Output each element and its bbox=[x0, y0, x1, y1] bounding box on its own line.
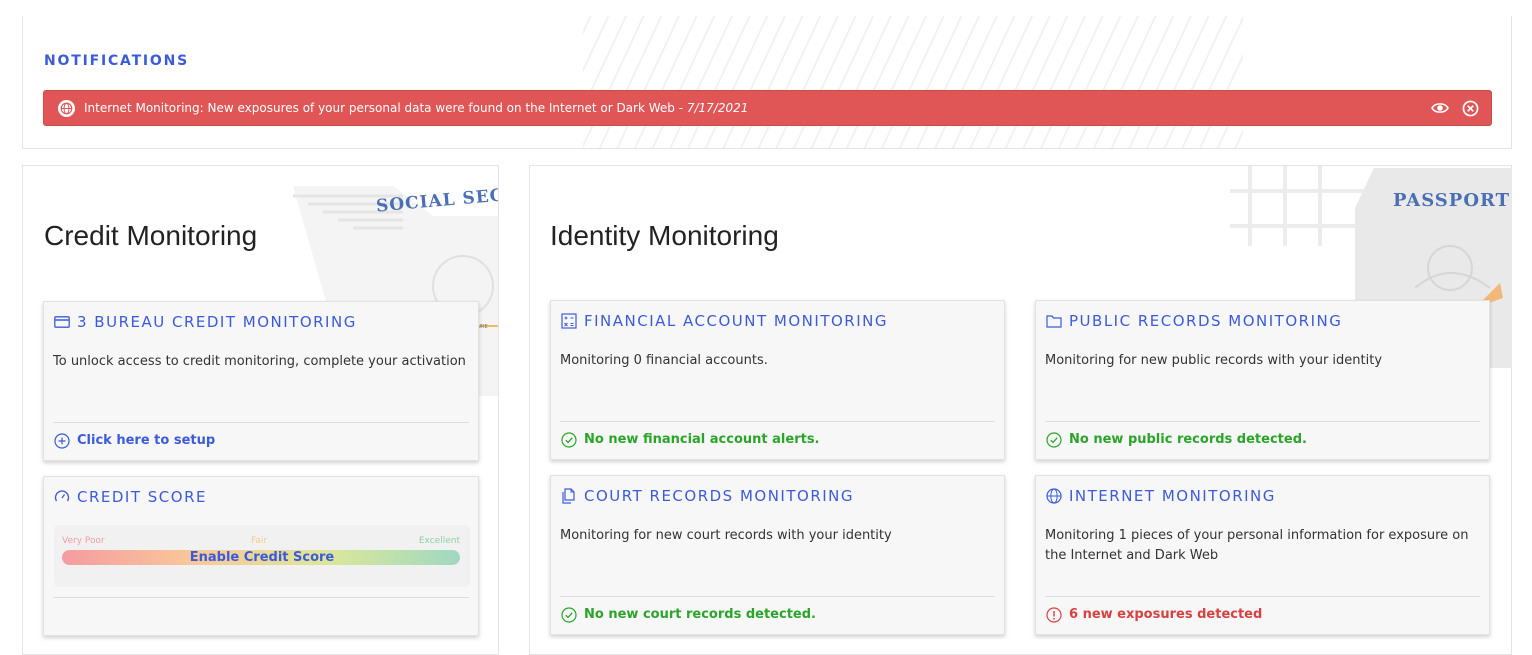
bureau-credit-card: 3 BUREAU CREDIT MONITORING To unlock acc… bbox=[43, 301, 479, 461]
bureau-credit-description: To unlock access to credit monitoring, c… bbox=[53, 354, 466, 369]
internet-monitoring-alert[interactable]: Internet Monitoring: New exposures of yo… bbox=[43, 90, 1492, 126]
divider bbox=[1045, 596, 1480, 597]
alert-circle-icon bbox=[1045, 606, 1062, 623]
court-records-title: COURT RECORDS MONITORING bbox=[584, 487, 855, 505]
folder-icon bbox=[1045, 312, 1063, 330]
credit-score-header: CREDIT SCORE bbox=[53, 488, 207, 506]
court-records-status: No new court records detected. bbox=[560, 606, 816, 623]
divider bbox=[560, 421, 995, 422]
public-records-header: PUBLIC RECORDS MONITORING bbox=[1045, 312, 1342, 330]
financial-account-status-text: No new financial account alerts. bbox=[584, 432, 820, 447]
gauge-icon bbox=[53, 488, 71, 506]
globe-icon bbox=[58, 99, 75, 117]
credit-monitoring-panel: SOCIAL SEC SIGNATURE Credit Monitoring 3… bbox=[22, 165, 499, 655]
grid-decoration bbox=[1230, 166, 1370, 246]
divider bbox=[1045, 421, 1480, 422]
background-decoration bbox=[583, 16, 1243, 148]
credit-score-title: CREDIT SCORE bbox=[77, 488, 207, 506]
financial-account-status: No new financial account alerts. bbox=[560, 431, 820, 448]
score-label-excellent: Excellent bbox=[418, 536, 460, 546]
globe-icon bbox=[1045, 487, 1063, 505]
divider bbox=[53, 597, 469, 598]
public-records-title: PUBLIC RECORDS MONITORING bbox=[1069, 312, 1343, 330]
public-records-card: PUBLIC RECORDS MONITORING Monitoring for… bbox=[1035, 300, 1490, 460]
divider bbox=[560, 596, 995, 597]
credit-card-icon bbox=[53, 313, 71, 331]
court-records-status-text: No new court records detected. bbox=[584, 607, 816, 622]
score-label-very-poor: Very Poor bbox=[62, 536, 105, 546]
financial-account-card: FINANCIAL ACCOUNT MONITORING Monitoring … bbox=[550, 300, 1005, 460]
dismiss-close-icon[interactable] bbox=[1461, 99, 1479, 117]
credit-score-meter: Very Poor Fair Excellent Enable Credit S… bbox=[54, 525, 470, 587]
court-records-header: COURT RECORDS MONITORING bbox=[560, 487, 854, 505]
check-circle-icon bbox=[560, 606, 577, 623]
notifications-panel: NOTIFICATIONS Internet Monitoring: New e… bbox=[22, 16, 1512, 149]
setup-link[interactable]: Click here to setup bbox=[53, 432, 215, 449]
check-circle-icon bbox=[1045, 431, 1062, 448]
alert-message: Internet Monitoring: New exposures of yo… bbox=[84, 101, 749, 115]
internet-monitoring-title: INTERNET MONITORING bbox=[1069, 487, 1276, 505]
internet-monitoring-description: Monitoring 1 pieces of your personal inf… bbox=[1045, 528, 1469, 563]
public-records-description: Monitoring for new public records with y… bbox=[1045, 353, 1383, 368]
score-label-fair: Fair bbox=[251, 536, 268, 546]
notifications-title: NOTIFICATIONS bbox=[44, 53, 190, 69]
financial-account-description: Monitoring 0 financial accounts. bbox=[560, 353, 768, 368]
court-records-description: Monitoring for new court records with yo… bbox=[560, 528, 892, 543]
public-records-status: No new public records detected. bbox=[1045, 431, 1307, 448]
court-records-card: COURT RECORDS MONITORING Monitoring for … bbox=[550, 475, 1005, 635]
internet-monitoring-status[interactable]: 6 new exposures detected bbox=[1045, 606, 1262, 623]
setup-link-label: Click here to setup bbox=[77, 433, 216, 448]
check-circle-icon bbox=[560, 431, 577, 448]
divider bbox=[53, 422, 469, 423]
financial-account-header: FINANCIAL ACCOUNT MONITORING bbox=[560, 312, 888, 330]
public-records-status-text: No new public records detected. bbox=[1069, 432, 1307, 447]
documents-icon bbox=[560, 487, 578, 505]
bureau-credit-title: 3 BUREAU CREDIT MONITORING bbox=[77, 313, 357, 331]
passport-label: PASSPORT bbox=[1393, 190, 1511, 211]
internet-monitoring-status-text: 6 new exposures detected bbox=[1069, 607, 1263, 622]
enable-credit-score-button[interactable]: Enable Credit Score bbox=[54, 550, 470, 565]
alert-date: 7/17/2021 bbox=[686, 101, 749, 115]
identity-monitoring-title: Identity Monitoring bbox=[550, 220, 779, 251]
internet-monitoring-header: INTERNET MONITORING bbox=[1045, 487, 1276, 505]
internet-monitoring-card: INTERNET MONITORING Monitoring 1 pieces … bbox=[1035, 475, 1490, 635]
bureau-credit-header: 3 BUREAU CREDIT MONITORING bbox=[53, 313, 357, 331]
view-eye-icon[interactable] bbox=[1431, 99, 1449, 117]
plus-circle-icon bbox=[53, 432, 70, 449]
credit-score-card: CREDIT SCORE Very Poor Fair Excellent En… bbox=[43, 476, 479, 636]
financial-account-title: FINANCIAL ACCOUNT MONITORING bbox=[584, 312, 888, 330]
calculator-icon bbox=[560, 312, 578, 330]
credit-monitoring-title: Credit Monitoring bbox=[44, 220, 258, 251]
